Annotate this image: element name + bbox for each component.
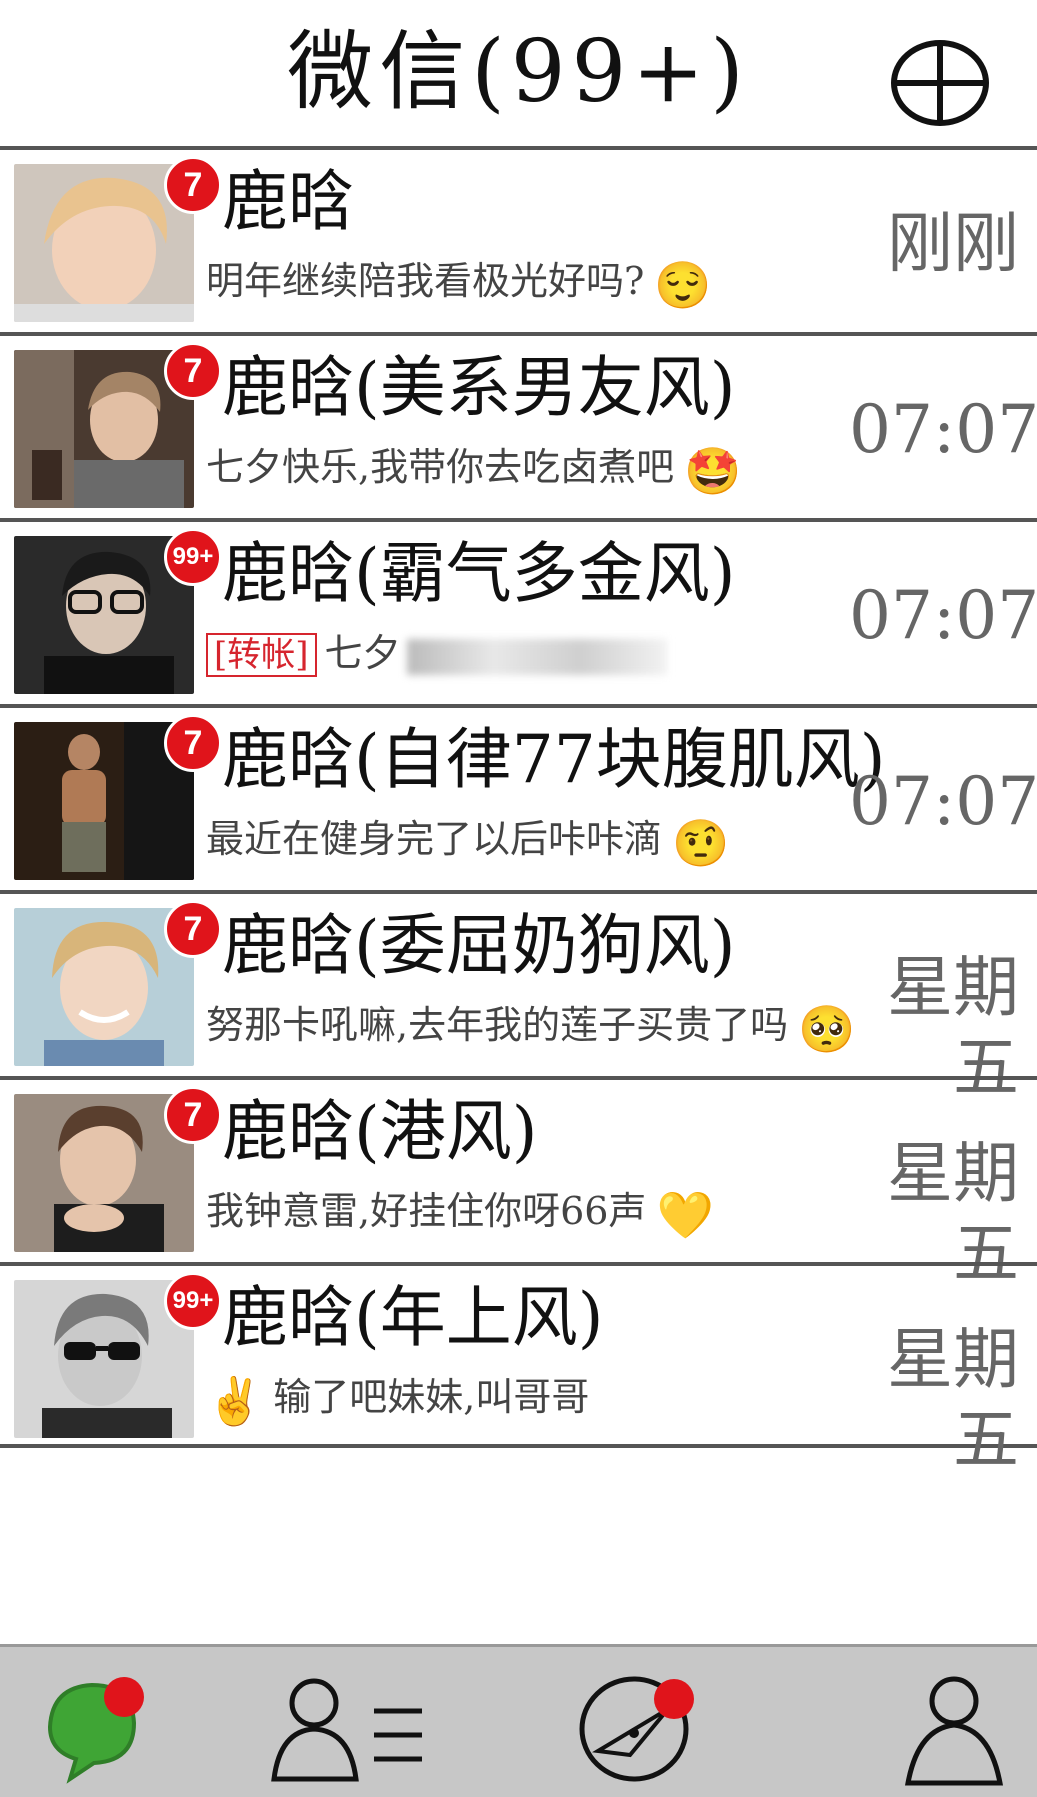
contact-name: 鹿晗(年上风) bbox=[222, 1279, 604, 1356]
timestamp: 07:07 bbox=[849, 577, 1037, 654]
message-preview: 七夕快乐,我带你去吃卤煮吧 🤩 bbox=[206, 440, 846, 498]
message-preview: 最近在健身完了以后咔咔滴 🤨 bbox=[206, 812, 846, 870]
emoji: 🥺 bbox=[798, 1001, 856, 1056]
notification-dot bbox=[654, 1679, 694, 1719]
chat-row[interactable]: 7 鹿晗(港风) 我钟意雷,好挂住你呀66声 💛 星期五 bbox=[0, 1076, 1037, 1292]
tab-bar bbox=[0, 1644, 1037, 1797]
contact-name: 鹿晗(霸气多金风) bbox=[222, 535, 736, 612]
contact-name: 鹿晗 bbox=[222, 163, 354, 240]
tab-chats[interactable] bbox=[30, 1667, 210, 1787]
unread-badge: 7 bbox=[164, 900, 222, 958]
tab-discover[interactable] bbox=[572, 1667, 752, 1787]
message-preview: 努那卡吼嘛,去年我的莲子买贵了吗 🥺 bbox=[206, 998, 855, 1056]
transfer-tag: [转帐] bbox=[206, 633, 317, 677]
chat-row[interactable]: 7 鹿晗(美系男友风) 七夕快乐,我带你去吃卤煮吧 🤩 07:07 bbox=[0, 332, 1037, 518]
chat-row[interactable]: 99+ 鹿晗(年上风) ✌️ 输了吧妹妹,叫哥哥 星期五 bbox=[0, 1262, 1037, 1478]
tab-contacts[interactable] bbox=[262, 1667, 442, 1787]
preview-text: 努那卡吼嘛,去年我的莲子买贵了吗 bbox=[206, 1003, 789, 1047]
notification-dot bbox=[104, 1677, 144, 1717]
blurred-text bbox=[406, 638, 667, 675]
preview-text: 最近在健身完了以后咔咔滴 bbox=[206, 817, 663, 861]
message-preview: 明年继续陪我看极光好吗? 😌 bbox=[206, 254, 846, 312]
preview-text: 输了吧妹妹,叫哥哥 bbox=[273, 1375, 590, 1419]
contact-name: 鹿晗(自律77块腹肌风) bbox=[222, 721, 886, 798]
contact-name: 鹿晗(港风) bbox=[222, 1093, 538, 1170]
unread-badge: 7 bbox=[164, 1086, 222, 1144]
unread-badge: 99+ bbox=[164, 1272, 222, 1330]
emoji: 🤩 bbox=[684, 443, 742, 498]
timestamp: 刚刚 bbox=[887, 205, 1019, 282]
contacts-icon bbox=[271, 1678, 422, 1782]
timestamp: 07:07 bbox=[849, 391, 1037, 468]
header: 微信(99+) bbox=[0, 0, 1037, 150]
timestamp: 星期五 bbox=[887, 1321, 1019, 1478]
chat-row[interactable]: 7 鹿晗(自律77块腹肌风) 最近在健身完了以后咔咔滴 🤨 07:07 bbox=[0, 704, 1037, 890]
unread-badge: 7 bbox=[164, 714, 222, 772]
timestamp: 07:07 bbox=[849, 763, 1037, 840]
chat-row[interactable]: 99+ 鹿晗(霸气多金风) [转帐] 七夕 07:07 bbox=[0, 518, 1037, 704]
emoji: 💛 bbox=[656, 1187, 714, 1242]
message-preview: 我钟意雷,好挂住你呀66声 💛 bbox=[206, 1184, 846, 1242]
page-title: 微信(99+) bbox=[287, 22, 750, 122]
plus-circle-icon[interactable] bbox=[888, 36, 992, 130]
me-person-icon bbox=[904, 1676, 1004, 1786]
contact-name: 鹿晗(美系男友风) bbox=[222, 349, 736, 426]
chat-list: 7 鹿晗 明年继续陪我看极光好吗? 😌 刚刚 7 鹿晗(美系男友风) 七夕快乐,我… bbox=[0, 146, 1037, 1646]
unread-badge: 7 bbox=[164, 156, 222, 214]
emoji: ✌️ bbox=[206, 1373, 264, 1428]
unread-badge: 99+ bbox=[164, 528, 222, 586]
emoji: 🤨 bbox=[672, 815, 730, 870]
message-preview: ✌️ 输了吧妹妹,叫哥哥 bbox=[206, 1370, 846, 1428]
chat-row[interactable]: 7 鹿晗(委屈奶狗风) 努那卡吼嘛,去年我的莲子买贵了吗 🥺 星期五 bbox=[0, 890, 1037, 1106]
preview-text: 七夕 bbox=[324, 631, 401, 675]
unread-badge: 7 bbox=[164, 342, 222, 400]
preview-text: 我钟意雷,好挂住你呀66声 bbox=[206, 1189, 647, 1233]
emoji: 😌 bbox=[654, 257, 712, 312]
message-preview: [转帐] 七夕 bbox=[206, 626, 846, 682]
preview-text: 明年继续陪我看极光好吗? bbox=[206, 259, 645, 303]
preview-text: 七夕快乐,我带你去吃卤煮吧 bbox=[206, 445, 675, 489]
chat-row[interactable]: 7 鹿晗 明年继续陪我看极光好吗? 😌 刚刚 bbox=[0, 146, 1037, 332]
contact-name: 鹿晗(委屈奶狗风) bbox=[222, 907, 736, 984]
tab-me[interactable] bbox=[868, 1667, 1037, 1787]
